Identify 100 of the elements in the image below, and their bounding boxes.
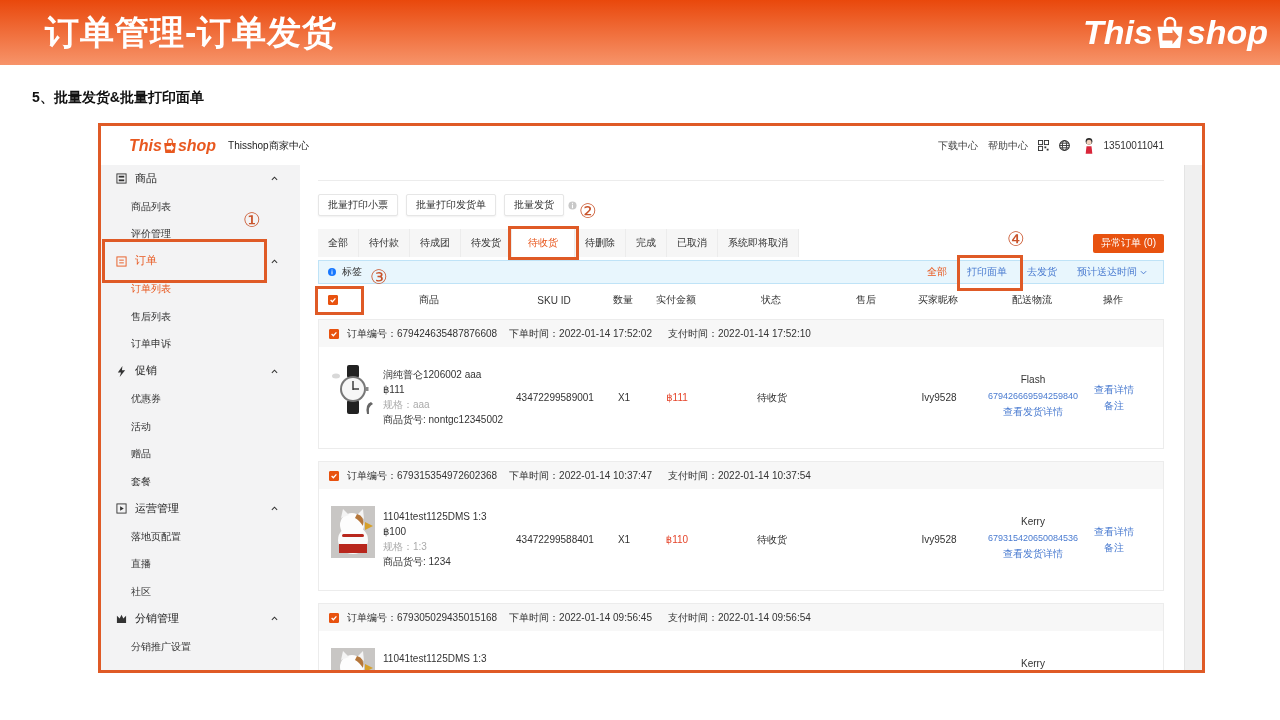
globe-icon[interactable] <box>1058 140 1070 151</box>
info-icon <box>328 268 336 276</box>
order-number: 订单编号：679424635487876608 <box>347 326 498 341</box>
sidebar-item[interactable]: 优惠券 <box>131 385 161 413</box>
payment-time: 支付时间：2022-01-14 09:56:54 <box>667 610 811 625</box>
order-number: 订单编号：679315354972602368 <box>347 468 498 483</box>
sidebar-item[interactable]: 社区 <box>131 577 151 605</box>
status-tab[interactable]: 系统即将取消 <box>718 229 799 257</box>
product-name: 润纯普仑1206002 aaa <box>383 368 483 382</box>
filter-link[interactable]: 打印面单 <box>967 265 1007 279</box>
batch-action-button[interactable]: 批量发货 <box>504 194 564 216</box>
tracking-link[interactable]: 679426669594259840 <box>987 388 1079 404</box>
sidebar-item[interactable]: 商品列表 <box>131 192 171 220</box>
highlight-frame <box>957 255 1023 291</box>
action-link[interactable]: 备注 <box>1104 539 1124 556</box>
sidebar-item[interactable]: 评价管理 <box>131 220 171 248</box>
sidebar-group[interactable]: 促销 <box>101 357 300 385</box>
sidebar-group[interactable]: 商品 <box>101 165 300 193</box>
user-phone[interactable]: 13510011041 <box>1103 140 1164 151</box>
chevron-icon[interactable] <box>271 258 278 264</box>
action-link[interactable]: 查看详情 <box>1094 523 1134 540</box>
column-header: 商品 <box>419 293 439 307</box>
shipping-detail-link[interactable]: 查看发货详情 <box>1003 546 1063 562</box>
slide-title: 订单管理-订单发货 <box>45 11 338 53</box>
table-cell: Ivy9528 <box>921 534 957 545</box>
top-link[interactable]: 帮助中心 <box>987 138 1028 153</box>
column-header: 实付金额 <box>656 293 696 307</box>
sidebar-group[interactable]: 分销管理 <box>101 605 300 633</box>
filter-link[interactable]: 去发货 <box>1027 265 1057 279</box>
amount-cell: ฿110 <box>665 534 689 545</box>
status-tab[interactable]: 待删除 <box>575 229 626 257</box>
sidebar-item[interactable]: 活动 <box>131 412 151 440</box>
column-header: 配送物流 <box>1012 293 1052 307</box>
product-name: 11041test1125DMS 1:3 <box>383 510 487 524</box>
batch-action-button[interactable]: 批量打印发货单 <box>406 194 496 216</box>
grid-icon <box>116 173 127 185</box>
logo-text: shop <box>177 136 217 155</box>
status-tab[interactable]: 待收货 <box>512 229 575 257</box>
logo-text: shop <box>1186 13 1268 52</box>
carrier-name: Flash <box>1020 373 1046 387</box>
status-tab[interactable]: 全部 <box>318 229 359 257</box>
highlight-frame <box>315 286 364 315</box>
table-cell: 43472299589001 <box>516 392 594 403</box>
status-cell: 待收货 <box>757 532 787 547</box>
status-tab[interactable]: 待付款 <box>359 229 410 257</box>
sort-dropdown[interactable]: 预计送达时间 <box>1077 265 1147 279</box>
checkbox[interactable] <box>329 470 339 481</box>
product-spec: 规格：aaa <box>383 398 431 412</box>
amount-cell: ฿111 <box>666 392 688 403</box>
chevron-icon[interactable] <box>271 176 278 182</box>
table-cell: Ivy9528 <box>921 392 957 403</box>
filter-label: 标签 <box>342 265 362 279</box>
sidebar-item[interactable]: 套餐 <box>131 467 151 495</box>
sidebar-item[interactable]: 订单申诉 <box>131 330 171 358</box>
order-time: 下单时间：2022-01-14 09:56:45 <box>509 610 652 625</box>
column-header: 买家昵称 <box>918 293 958 307</box>
product-spec: 规格：1:3 <box>383 540 428 554</box>
chevron-icon[interactable] <box>271 506 278 512</box>
chevron-icon[interactable] <box>271 368 278 374</box>
step-number: ④ <box>1007 229 1025 249</box>
avatar-icon[interactable] <box>1083 137 1094 154</box>
batch-action-button[interactable]: 批量打印小票 <box>318 194 398 216</box>
action-link[interactable]: 查看详情 <box>1094 381 1134 398</box>
payment-time: 支付时间：2022-01-14 10:37:54 <box>667 468 811 483</box>
shipping-detail-link[interactable]: 查看发货详情 <box>1003 404 1063 420</box>
table-cell: X1 <box>617 534 631 545</box>
checkbox[interactable] <box>328 295 338 305</box>
logo-text: This <box>129 136 162 155</box>
order-time: 下单时间：2022-01-14 17:52:02 <box>509 326 652 341</box>
status-tab[interactable]: 已取消 <box>667 229 718 257</box>
play-icon <box>116 503 127 515</box>
action-link[interactable]: 备注 <box>1104 397 1124 414</box>
lightning-icon <box>116 365 127 377</box>
order-time: 下单时间：2022-01-14 10:37:47 <box>509 468 652 483</box>
chevron-icon[interactable] <box>271 616 278 622</box>
sidebar-group[interactable]: 运营管理 <box>101 495 300 523</box>
qr-code-icon[interactable] <box>1037 140 1049 151</box>
status-tab[interactable]: 待成团 <box>410 229 461 257</box>
abnormal-orders-button[interactable]: 异常订单 (0) <box>1093 233 1164 253</box>
status-cell: 待收货 <box>757 390 787 405</box>
checkbox[interactable] <box>329 612 339 623</box>
tracking-link[interactable]: 679315420650084536 <box>987 530 1079 546</box>
highlight-frame <box>508 226 579 260</box>
scrollbar[interactable] <box>1184 165 1202 670</box>
sidebar-item[interactable]: 直播 <box>131 550 151 578</box>
step-number: ③ <box>370 267 388 287</box>
sidebar-item[interactable]: 售后列表 <box>131 302 171 330</box>
status-tab[interactable]: 完成 <box>626 229 667 257</box>
product-name: 11041test1125DMS 1:3 <box>383 652 487 666</box>
sidebar-item[interactable]: 分销推广设置 <box>131 632 191 660</box>
checkbox[interactable] <box>329 328 339 339</box>
table-cell: X1 <box>617 392 631 403</box>
product-code: 商品货号: 1234 <box>383 555 452 569</box>
sidebar-item[interactable]: 赠品 <box>131 440 151 468</box>
column-header: 数量 <box>613 293 633 307</box>
top-link[interactable]: 下载中心 <box>937 138 978 153</box>
carrier-name: Kerry <box>1021 657 1045 670</box>
sidebar-item[interactable]: 落地页配置 <box>131 522 181 550</box>
column-header: SKU ID <box>537 294 571 306</box>
carrier-name: Kerry <box>1021 515 1045 529</box>
